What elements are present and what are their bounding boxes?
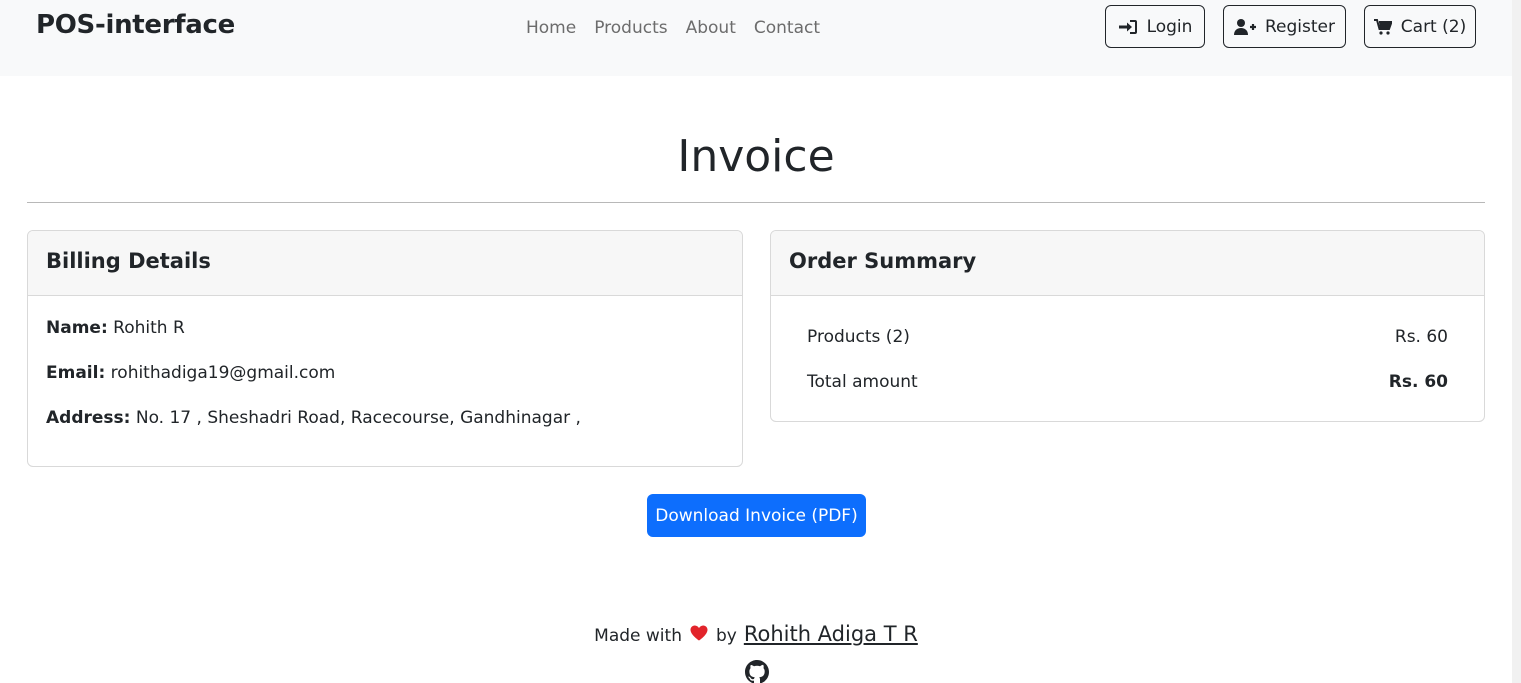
nav-link-home[interactable]: Home (517, 16, 585, 40)
summary-products-label: Products (2) (807, 327, 910, 347)
order-summary-card: Order Summary Products (2) Rs. 60 Total … (770, 230, 1485, 422)
billing-details-card: Billing Details Name: Rohith R Email: ro… (27, 230, 743, 467)
summary-products-row: Products (2) Rs. 60 (807, 327, 1448, 347)
billing-email-value: rohithadiga19@gmail.com (110, 363, 336, 383)
download-invoice-button[interactable]: Download Invoice (PDF) (647, 494, 866, 537)
shopping-cart-icon (1373, 18, 1392, 35)
summary-total-label: Total amount (807, 372, 918, 392)
user-plus-icon (1234, 18, 1256, 35)
page-scrollbar[interactable] (1512, 0, 1521, 683)
summary-total-value: Rs. 60 (1388, 372, 1448, 392)
billing-name-label: Name: (46, 318, 108, 338)
footer-made-with: Made with (594, 626, 682, 646)
footer-credit: Made with by Rohith Adiga T R (594, 622, 918, 646)
heart-icon (690, 625, 708, 646)
nav-links: Home Products About Contact (517, 16, 829, 40)
billing-email-label: Email: (46, 363, 106, 383)
nav-link-contact[interactable]: Contact (745, 16, 829, 40)
summary-products-value: Rs. 60 (1394, 327, 1448, 347)
cart-button[interactable]: Cart (2) (1364, 5, 1476, 48)
summary-total-row: Total amount Rs. 60 (807, 372, 1448, 392)
billing-address-row: Address: No. 17 , Sheshadri Road, Raceco… (46, 408, 581, 428)
billing-name-row: Name: Rohith R (46, 318, 185, 338)
page-title: Invoice (677, 131, 835, 182)
author-link[interactable]: Rohith Adiga T R (744, 622, 918, 646)
register-label: Register (1265, 16, 1335, 37)
order-summary-header: Order Summary (771, 231, 1484, 296)
brand-logo[interactable]: POS-interface (36, 10, 235, 40)
nav-link-about[interactable]: About (677, 16, 745, 40)
billing-email-row: Email: rohithadiga19@gmail.com (46, 363, 335, 383)
billing-address-label: Address: (46, 408, 131, 428)
navbar: POS-interface Home Products About Contac… (0, 0, 1521, 76)
nav-link-products[interactable]: Products (585, 16, 676, 40)
footer-by: by (715, 626, 737, 646)
billing-details-header: Billing Details (28, 231, 742, 296)
login-label: Login (1146, 16, 1193, 37)
cart-label: Cart (2) (1400, 16, 1467, 37)
login-button[interactable]: Login (1105, 5, 1205, 48)
billing-address-value: No. 17 , Sheshadri Road, Racecourse, Gan… (135, 408, 581, 428)
register-button[interactable]: Register (1223, 5, 1346, 48)
github-icon[interactable] (745, 660, 769, 683)
title-divider (27, 202, 1485, 203)
footer: Made with by Rohith Adiga T R (0, 622, 1512, 646)
sign-in-icon (1118, 19, 1137, 34)
billing-name-value: Rohith R (113, 318, 185, 338)
